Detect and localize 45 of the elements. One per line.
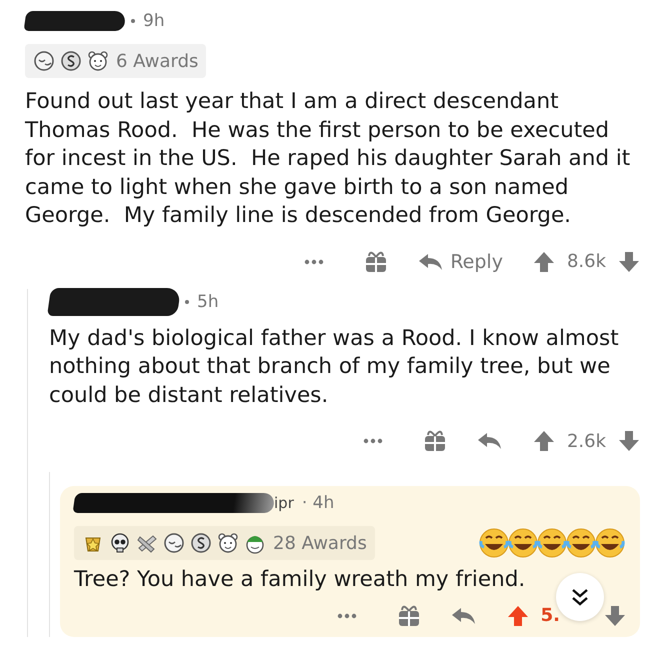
skull-icon	[109, 532, 131, 554]
reply-button[interactable]	[476, 431, 503, 451]
separator-dot	[185, 300, 189, 304]
bear-icon	[87, 50, 109, 72]
awards-badge[interactable]: 28 Awards	[74, 526, 375, 560]
laughing-emoji-icon	[565, 527, 597, 559]
comment-age: · 4h	[302, 493, 334, 513]
reply-arrow-icon	[418, 252, 444, 272]
downvote-icon[interactable]	[618, 430, 640, 452]
downvote-icon[interactable]	[618, 250, 640, 272]
more-icon[interactable]	[304, 258, 324, 264]
upvote-icon[interactable]	[532, 250, 555, 272]
sleeping-face-icon	[33, 50, 55, 72]
upvote-icon[interactable]	[506, 604, 529, 626]
laughing-emoji-icon	[594, 527, 626, 559]
downvote-icon[interactable]	[604, 604, 626, 626]
comment-text: Tree? You have a family wreath my friend.	[74, 566, 526, 594]
laughing-emoji-icon	[478, 527, 510, 559]
laughing-emoji-icon	[507, 527, 539, 559]
reply-button[interactable]: Reply	[418, 250, 503, 272]
sleeping-face-icon	[163, 532, 185, 554]
reply-button[interactable]	[450, 606, 477, 626]
upvote-icon[interactable]	[532, 430, 555, 452]
coin-icon	[60, 50, 82, 72]
gift-icon[interactable]	[396, 604, 421, 628]
vote-score: 8.6k	[566, 251, 606, 272]
comment-text: My dad's biological father was a Rood. I know almost nothing about that branch of my family tree, but we could be distant relatives.	[49, 324, 620, 410]
laughing-emoji-icon	[536, 527, 568, 559]
comment-text: Found out last year that I am a direct descendant Thomas Rood. He was the first person to be executed for incest in the US. He raped his daughter Sarah and it came to light when she gave birth to a son named George. My family line is descended from George.	[25, 88, 632, 230]
username-fragment: ipr	[274, 494, 294, 512]
more-icon[interactable]	[362, 438, 383, 444]
awards-badge[interactable]: 6 Awards	[25, 44, 206, 78]
separator-dot	[131, 19, 135, 23]
coin-icon	[190, 532, 212, 554]
bear-icon	[217, 532, 239, 554]
vote-score: 5.	[540, 605, 560, 626]
comment-age: 9h	[143, 11, 165, 31]
more-icon[interactable]	[336, 612, 357, 618]
reply-arrow-icon	[476, 431, 503, 451]
vote-score: 2.6k	[566, 430, 606, 452]
gift-icon[interactable]	[364, 250, 388, 274]
comment-age: 5h	[197, 292, 219, 312]
reply-arrow-icon	[450, 606, 477, 626]
double-chevron-icon	[570, 586, 590, 606]
gift-icon[interactable]	[422, 429, 447, 453]
